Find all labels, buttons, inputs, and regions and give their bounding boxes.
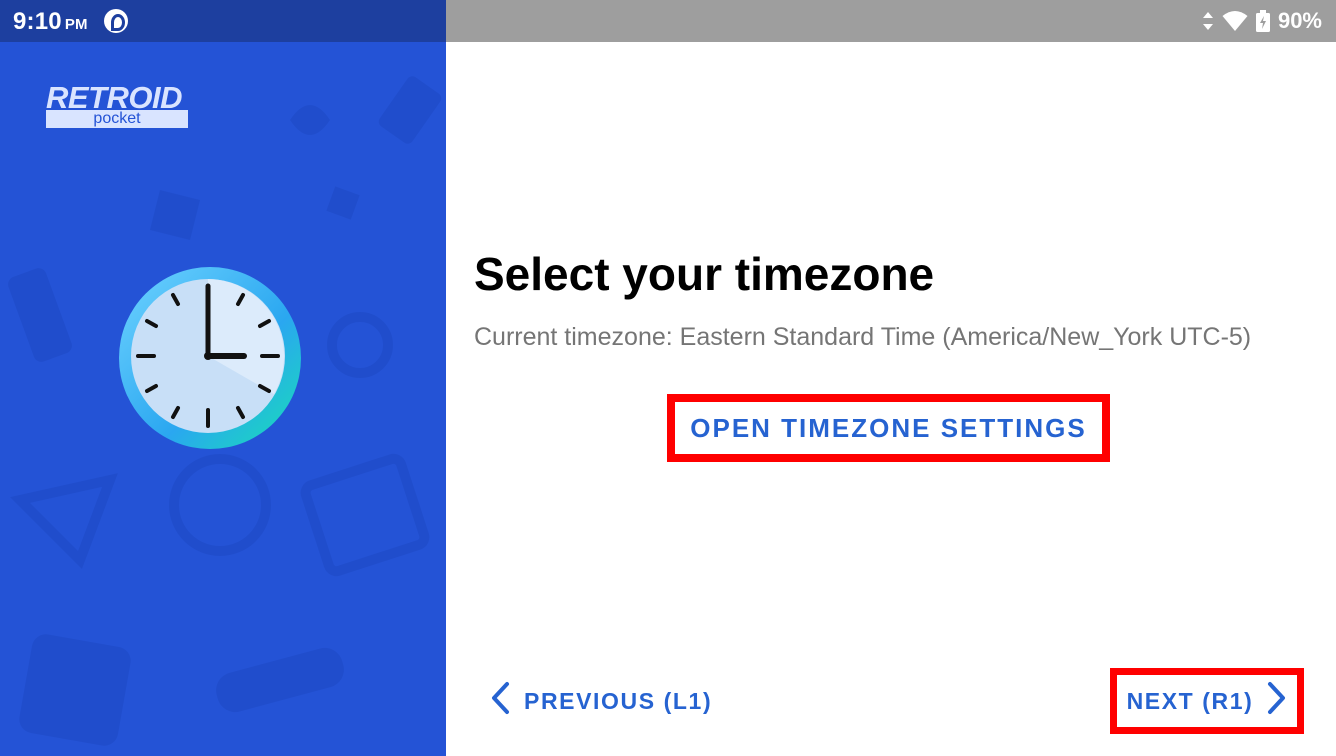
retroid-app-icon	[104, 9, 128, 33]
status-time-ampm: PM	[64, 16, 88, 33]
left-illustration-panel: 9:10 PM RETROID pocket	[0, 0, 446, 756]
previous-label: PREVIOUS (L1)	[524, 687, 713, 714]
next-label: NEXT (R1)	[1126, 687, 1254, 714]
clock-icon	[116, 264, 304, 452]
status-icons: 90%	[1202, 8, 1322, 34]
data-arrows-icon	[1202, 11, 1214, 31]
wifi-icon	[1222, 10, 1248, 32]
open-timezone-settings-button[interactable]: OPEN TIMEZONE SETTINGS	[667, 394, 1110, 462]
next-button[interactable]: NEXT (R1)	[1110, 668, 1304, 734]
page-title: Select your timezone	[474, 248, 935, 300]
status-time-value: 9:10	[13, 8, 62, 35]
chevron-right-icon	[1267, 681, 1287, 721]
battery-percent: 90%	[1277, 8, 1322, 33]
chevron-left-icon	[490, 681, 510, 721]
previous-button[interactable]: PREVIOUS (L1)	[490, 677, 712, 725]
battery-icon	[1255, 10, 1270, 32]
current-timezone-text: Current timezone: Eastern Standard Time …	[474, 323, 1252, 351]
logo-model: pocket	[46, 110, 188, 128]
status-time: 9:10 PM	[13, 8, 88, 36]
open-timezone-settings-label: OPEN TIMEZONE SETTINGS	[690, 412, 1087, 443]
retroid-logo: RETROID pocket	[46, 80, 188, 128]
